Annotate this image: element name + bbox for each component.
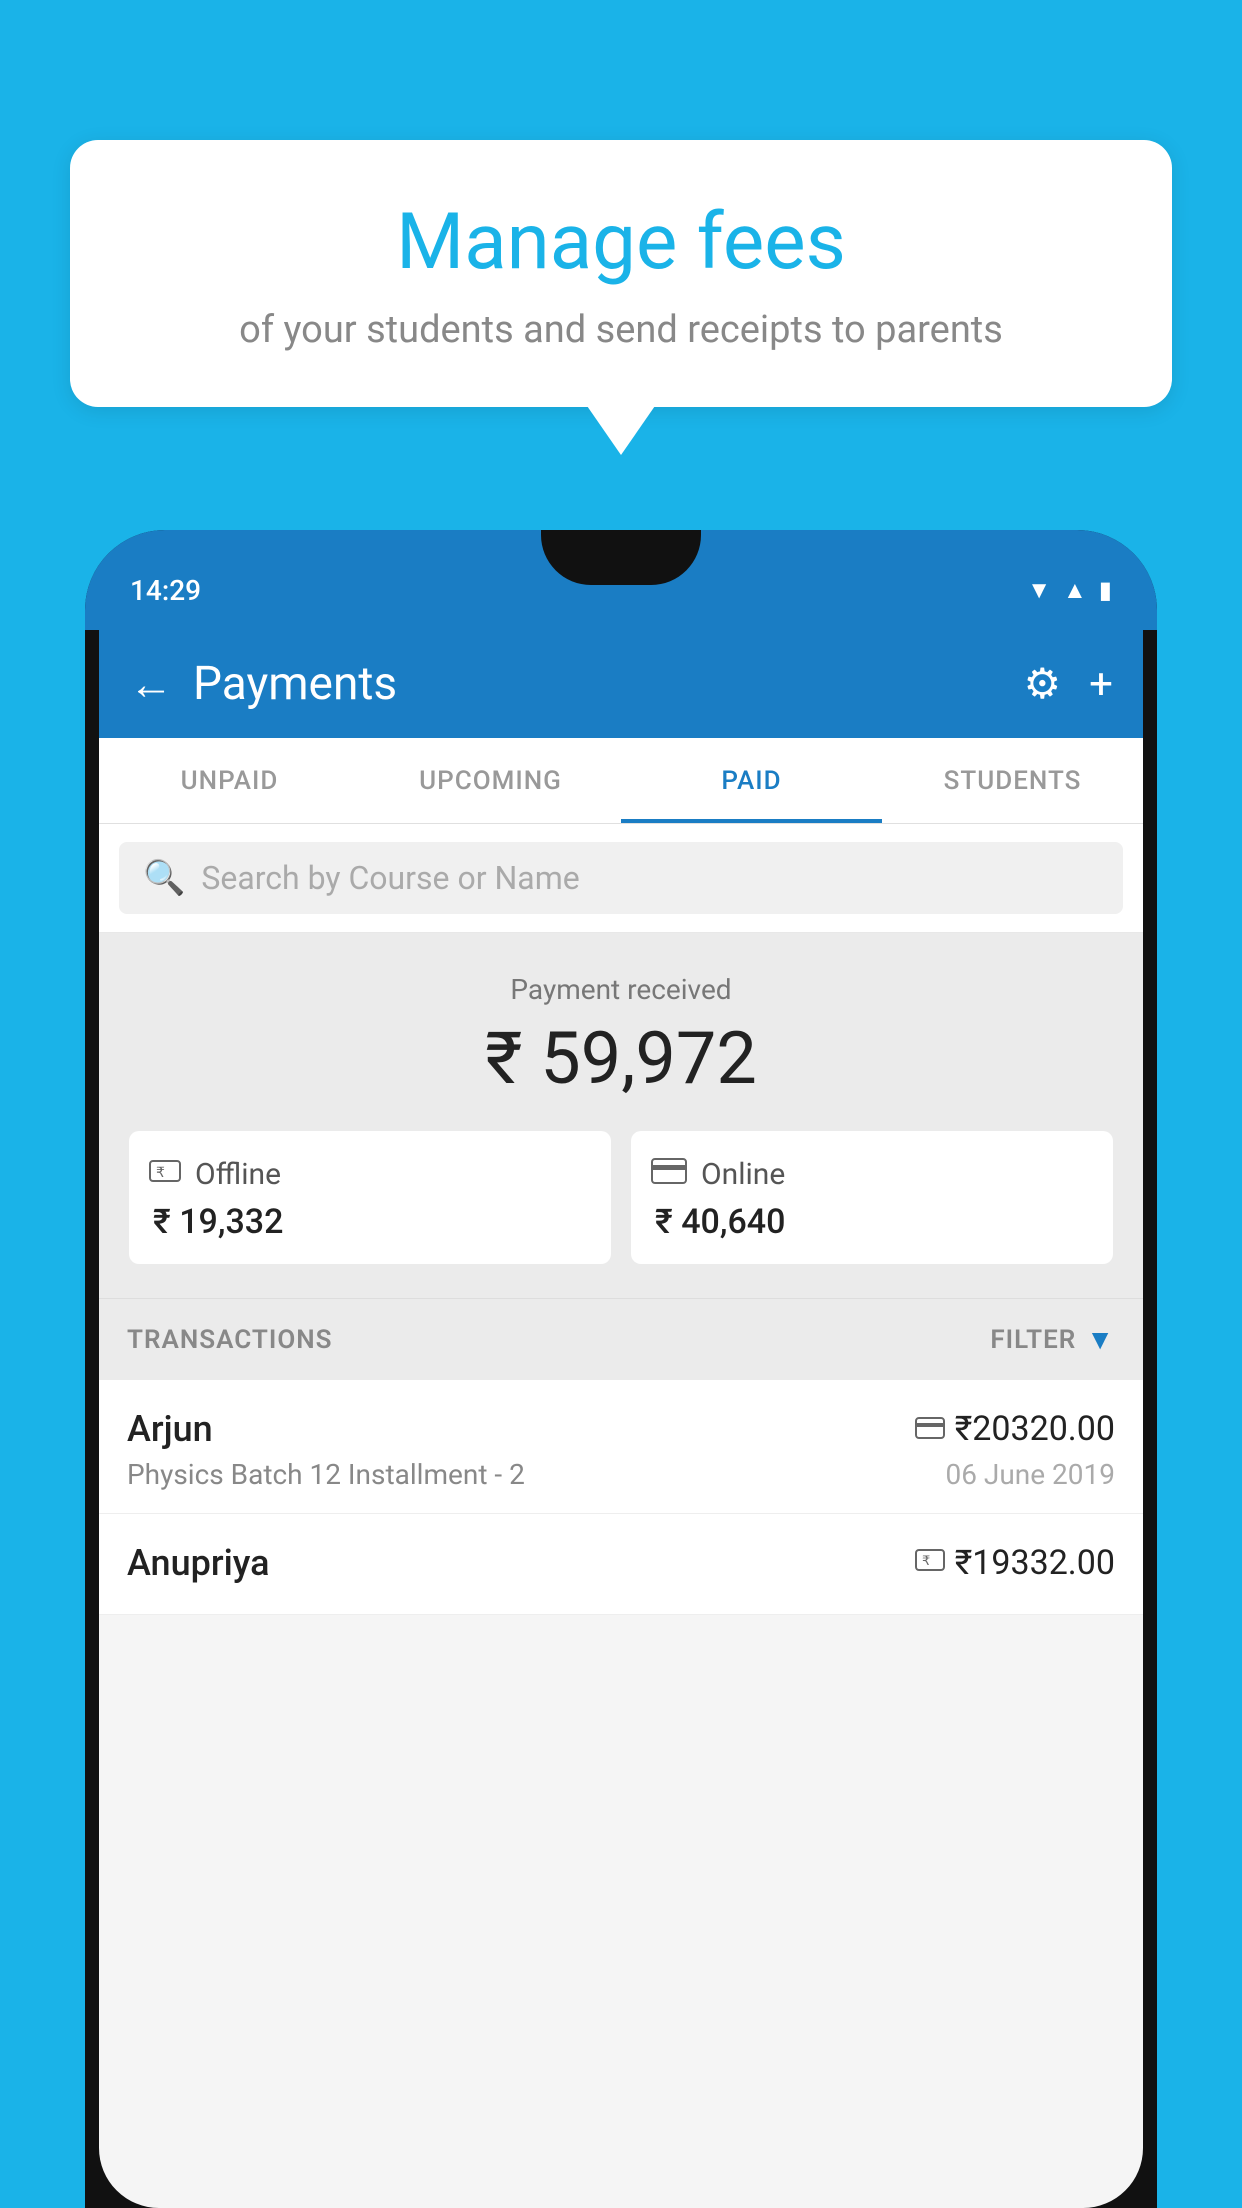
transactions-label: TRANSACTIONS	[127, 1325, 333, 1355]
online-icon	[651, 1158, 687, 1191]
app-bar: ← Payments ⚙ +	[99, 630, 1143, 738]
tooltip-card: Manage fees of your students and send re…	[70, 140, 1172, 407]
filter-button[interactable]: FILTER ▼	[990, 1323, 1115, 1356]
svg-text:₹: ₹	[156, 1164, 165, 1180]
offline-card-header: ₹ Offline	[149, 1157, 281, 1192]
transaction-row[interactable]: Arjun ₹20320.00 Physics Batch 12 Install…	[99, 1380, 1143, 1514]
transaction-row[interactable]: Anupriya ₹ ₹19332.00	[99, 1514, 1143, 1615]
status-time: 14:29	[130, 574, 201, 607]
status-icons: ▼ ▲ ▮	[1027, 576, 1112, 605]
transaction-amount-wrap: ₹20320.00	[915, 1409, 1115, 1449]
card-icon	[915, 1413, 945, 1446]
tab-students[interactable]: STUDENTS	[882, 738, 1143, 823]
search-container: 🔍 Search by Course or Name	[99, 824, 1143, 933]
back-button[interactable]: ←	[129, 658, 173, 710]
offline-payment-card: ₹ Offline ₹ 19,332	[129, 1131, 611, 1264]
offline-amount: ₹ 19,332	[149, 1202, 283, 1242]
transaction-name: Arjun	[127, 1408, 213, 1450]
tab-paid[interactable]: PAID	[621, 738, 882, 823]
tabs-bar: UNPAID UPCOMING PAID STUDENTS	[99, 738, 1143, 824]
offline-icon: ₹	[149, 1157, 181, 1192]
payment-cards: ₹ Offline ₹ 19,332	[129, 1131, 1113, 1264]
filter-label: FILTER	[990, 1325, 1076, 1355]
svg-text:₹: ₹	[922, 1553, 930, 1568]
offline-label: Offline	[195, 1157, 281, 1192]
search-input[interactable]: Search by Course or Name	[201, 859, 579, 897]
signal-icon: ▲	[1063, 576, 1087, 605]
phone-frame: 14:29 ▼ ▲ ▮ ← Payments ⚙ + UNPAID UPCOMI…	[85, 530, 1157, 2208]
online-amount: ₹ 40,640	[651, 1202, 785, 1242]
phone-screen: ← Payments ⚙ + UNPAID UPCOMING PAID STUD…	[99, 630, 1143, 2208]
search-icon: 🔍	[143, 858, 185, 898]
search-box[interactable]: 🔍 Search by Course or Name	[119, 842, 1123, 914]
transaction-name: Anupriya	[127, 1542, 270, 1584]
online-label: Online	[701, 1157, 785, 1192]
status-bar: 14:29 ▼ ▲ ▮	[85, 530, 1157, 630]
transaction-amount: ₹20320.00	[955, 1409, 1115, 1449]
tab-unpaid[interactable]: UNPAID	[99, 738, 360, 823]
app-bar-title: Payments	[193, 657, 1004, 711]
transaction-bottom: Physics Batch 12 Installment - 2 06 June…	[127, 1458, 1115, 1491]
payment-total-amount: ₹ 59,972	[129, 1016, 1113, 1101]
settings-icon[interactable]: ⚙	[1024, 659, 1062, 709]
add-icon[interactable]: +	[1089, 660, 1113, 709]
transaction-course: Physics Batch 12 Installment - 2	[127, 1458, 525, 1491]
tooltip-title: Manage fees	[120, 200, 1122, 286]
transaction-date: 06 June 2019	[945, 1458, 1115, 1491]
wifi-icon: ▼	[1027, 576, 1051, 605]
transaction-top: Arjun ₹20320.00	[127, 1408, 1115, 1450]
online-card-header: Online	[651, 1157, 785, 1192]
transaction-amount: ₹19332.00	[955, 1543, 1115, 1583]
notch-cutout	[541, 530, 701, 585]
tooltip-subtitle: of your students and send receipts to pa…	[120, 308, 1122, 352]
payment-summary: Payment received ₹ 59,972 ₹ Offline	[99, 933, 1143, 1298]
app-bar-actions: ⚙ +	[1024, 659, 1114, 709]
battery-icon: ▮	[1099, 576, 1112, 604]
payment-received-label: Payment received	[129, 973, 1113, 1006]
transactions-header: TRANSACTIONS FILTER ▼	[99, 1298, 1143, 1380]
transaction-amount-wrap: ₹ ₹19332.00	[915, 1543, 1115, 1583]
transaction-top: Anupriya ₹ ₹19332.00	[127, 1542, 1115, 1584]
cash-icon: ₹	[915, 1547, 945, 1580]
online-payment-card: Online ₹ 40,640	[631, 1131, 1113, 1264]
tab-upcoming[interactable]: UPCOMING	[360, 738, 621, 823]
filter-icon: ▼	[1086, 1323, 1115, 1356]
